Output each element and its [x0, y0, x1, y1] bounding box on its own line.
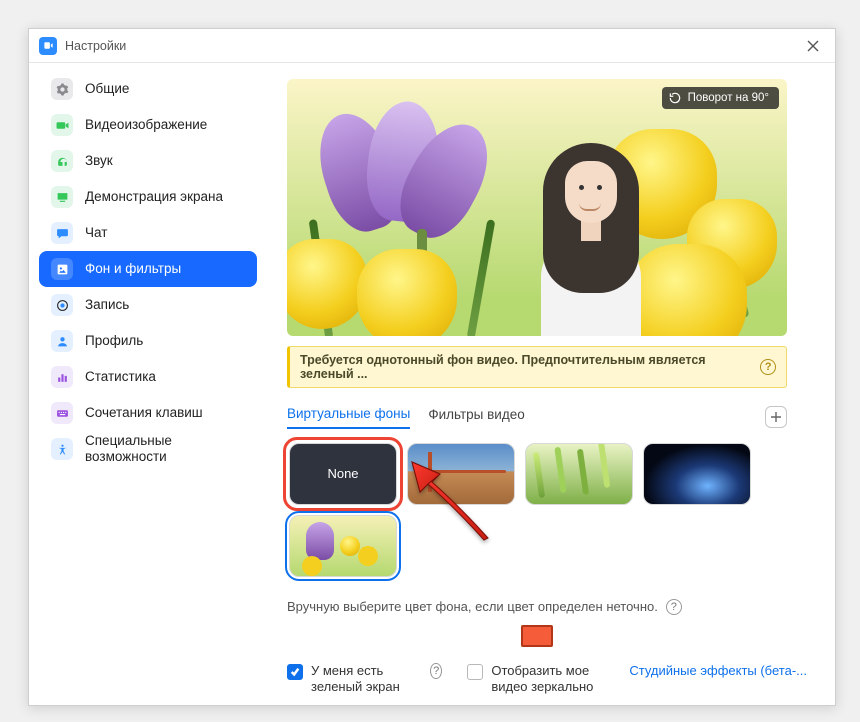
chat-icon	[51, 222, 73, 244]
sidebar-item-label: Общие	[85, 81, 129, 97]
background-thumbnails: None	[287, 443, 797, 577]
studio-effects-link[interactable]: Студийные эффекты (бета-...	[629, 663, 807, 678]
sidebar-item-label: Звук	[85, 153, 113, 169]
sidebar-item-label: Запись	[85, 297, 129, 313]
tabs: Виртуальные фоны Фильтры видео	[287, 406, 787, 429]
background-icon	[51, 258, 73, 280]
accessibility-icon	[51, 438, 73, 460]
options-row: У меня есть зеленый экран ? Отобразить м…	[287, 663, 807, 696]
rotate-icon	[668, 91, 682, 105]
thumb-bridge[interactable]	[407, 443, 515, 505]
tab-video-filters[interactable]: Фильтры видео	[428, 407, 524, 428]
help-icon[interactable]: ?	[666, 599, 682, 615]
sidebar-item-shortcuts[interactable]: Сочетания клавиш	[39, 395, 257, 431]
main-panel: Поворот на 90° Требуется однотонный фон …	[267, 63, 835, 705]
profile-icon	[51, 330, 73, 352]
sidebar-item-label: Демонстрация экрана	[85, 189, 223, 205]
thumb-none[interactable]: None	[289, 443, 397, 505]
sidebar-item-background-filters[interactable]: Фон и фильтры	[39, 251, 257, 287]
sidebar-item-label: Видеоизображение	[85, 117, 207, 133]
sidebar-item-video[interactable]: Видеоизображение	[39, 107, 257, 143]
add-background-button[interactable]	[765, 406, 787, 428]
stats-icon	[51, 366, 73, 388]
close-button[interactable]	[801, 34, 825, 58]
sidebar-item-recording[interactable]: Запись	[39, 287, 257, 323]
manual-color-hint: Вручную выберите цвет фона, если цвет оп…	[287, 599, 815, 615]
headphones-icon	[51, 150, 73, 172]
manual-color-text: Вручную выберите цвет фона, если цвет оп…	[287, 599, 658, 614]
video-icon	[51, 114, 73, 136]
checkbox-mirror-video[interactable]	[467, 664, 483, 680]
gear-icon	[51, 78, 73, 100]
green-screen-label: У меня есть зеленый экран	[311, 663, 422, 696]
keyboard-icon	[51, 402, 73, 424]
plus-icon	[770, 411, 782, 423]
tab-virtual-backgrounds[interactable]: Виртуальные фоны	[287, 406, 410, 429]
sidebar-item-audio[interactable]: Звук	[39, 143, 257, 179]
titlebar: Настройки	[29, 29, 835, 63]
window-title: Настройки	[65, 39, 126, 53]
thumb-grass[interactable]	[525, 443, 633, 505]
sidebar-item-label: Сочетания клавиш	[85, 405, 203, 421]
rotate-90-button[interactable]: Поворот на 90°	[662, 87, 779, 109]
zoom-app-icon	[39, 37, 57, 55]
sidebar-item-chat[interactable]: Чат	[39, 215, 257, 251]
sidebar-item-share-screen[interactable]: Демонстрация экрана	[39, 179, 257, 215]
help-icon[interactable]: ?	[760, 359, 776, 375]
settings-window: Настройки Общие Видеоизображение Звук Де…	[28, 28, 836, 706]
warning-banner: Требуется однотонный фон видео. Предпочт…	[287, 346, 787, 388]
background-color-swatch[interactable]	[521, 625, 553, 647]
warning-text: Требуется однотонный фон видео. Предпочт…	[300, 353, 760, 381]
help-icon[interactable]: ?	[430, 663, 441, 679]
record-icon	[51, 294, 73, 316]
thumb-earth[interactable]	[643, 443, 751, 505]
thumb-none-label: None	[327, 466, 358, 481]
sidebar-item-general[interactable]: Общие	[39, 71, 257, 107]
rotate-label: Поворот на 90°	[688, 92, 769, 104]
sidebar-item-label: Специальные возможности	[85, 433, 245, 465]
mirror-label: Отобразить мое видео зеркально	[491, 663, 621, 696]
sidebar: Общие Видеоизображение Звук Демонстрация…	[29, 63, 267, 705]
video-preview: Поворот на 90°	[287, 79, 787, 336]
checkbox-green-screen[interactable]	[287, 664, 303, 680]
sidebar-item-label: Профиль	[85, 333, 143, 349]
thumb-crocus[interactable]	[289, 515, 397, 577]
sidebar-item-statistics[interactable]: Статистика	[39, 359, 257, 395]
sidebar-item-label: Статистика	[85, 369, 156, 385]
sidebar-item-label: Фон и фильтры	[85, 261, 181, 277]
sidebar-item-profile[interactable]: Профиль	[39, 323, 257, 359]
sidebar-item-label: Чат	[85, 225, 107, 241]
share-screen-icon	[51, 186, 73, 208]
sidebar-item-accessibility[interactable]: Специальные возможности	[39, 431, 257, 467]
